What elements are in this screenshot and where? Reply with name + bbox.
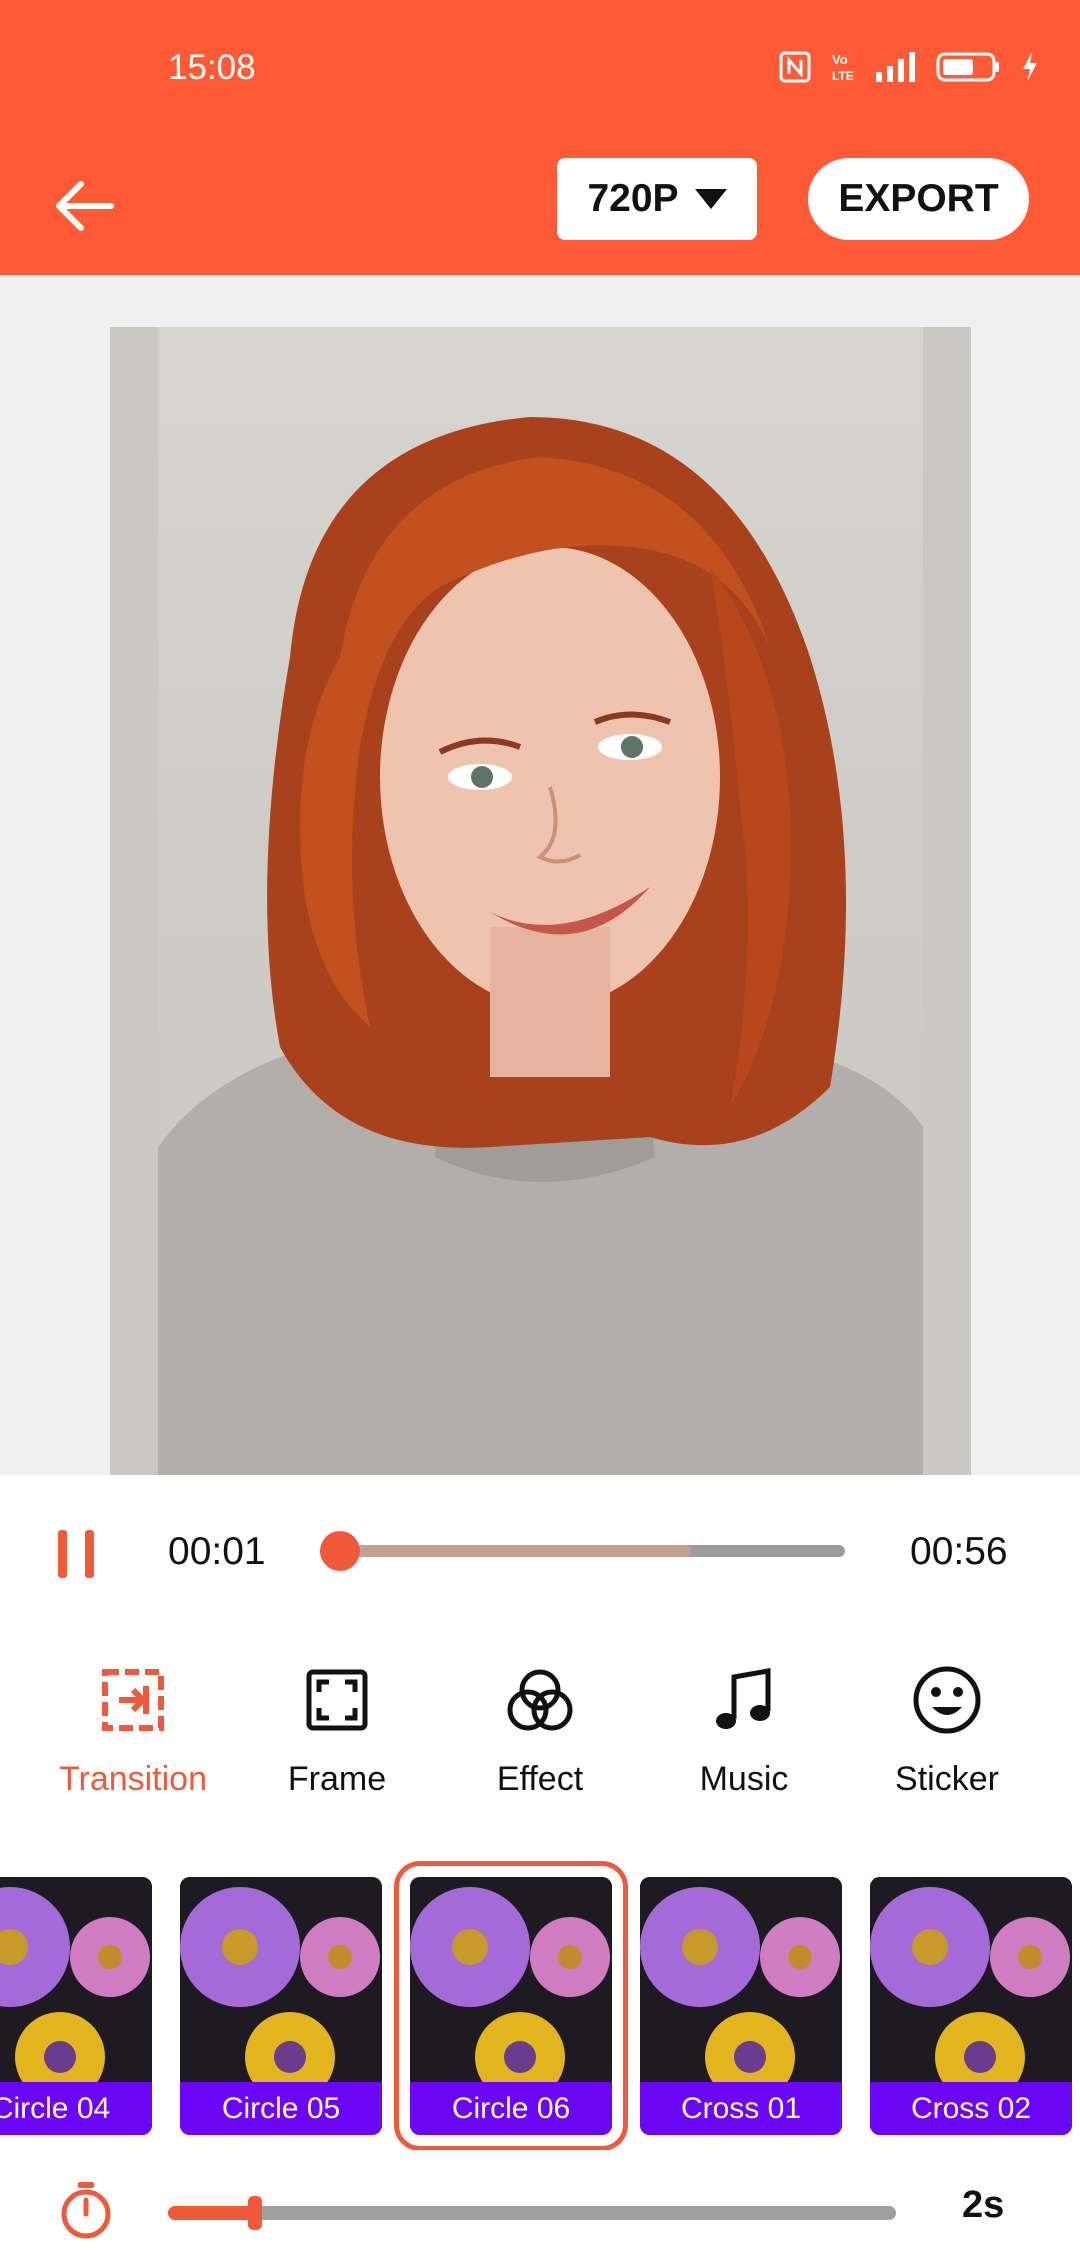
- transition-item[interactable]: Cross 02: [870, 1877, 1072, 2135]
- svg-text:Vo: Vo: [832, 52, 848, 67]
- volte-icon: Vo LTE: [832, 52, 854, 83]
- transition-list: Circle 04 Circle 05 Circle 06 Cross 01 C…: [0, 1860, 1080, 2150]
- caret-down-icon: [694, 189, 727, 209]
- tab-music[interactable]: Music: [644, 1660, 844, 1799]
- duration-slider-handle[interactable]: [248, 2196, 263, 2230]
- transition-item-selected[interactable]: Circle 06: [394, 1861, 628, 2150]
- status-icons: Vo LTE: [778, 50, 1040, 84]
- total-time: 00:56: [910, 1530, 1008, 1573]
- effect-icon: [507, 1669, 573, 1731]
- tab-effect[interactable]: Effect: [440, 1660, 640, 1799]
- transition-label: Cross 02: [870, 2082, 1072, 2135]
- nfc-icon: [779, 51, 811, 83]
- editor-tool-tabs: Transition Frame Effect Music Sticker: [0, 1660, 1080, 1830]
- transition-label: Circle 05: [180, 2082, 382, 2135]
- transition-item[interactable]: Circle 05: [180, 1877, 382, 2135]
- svg-text:LTE: LTE: [832, 69, 854, 83]
- seek-handle[interactable]: [320, 1531, 361, 1571]
- flower-thumbnail: [180, 1877, 382, 2082]
- battery-icon: [936, 52, 999, 82]
- video-preview[interactable]: [110, 327, 971, 1475]
- transition-item[interactable]: Cross 01: [640, 1877, 842, 2135]
- tab-transition-label: Transition: [58, 1760, 208, 1798]
- export-button[interactable]: EXPORT: [808, 158, 1029, 240]
- signal-icon: [876, 52, 915, 82]
- tab-transition[interactable]: Transition: [33, 1660, 233, 1799]
- status-time: 15:08: [168, 48, 256, 87]
- portrait-image: [110, 327, 971, 1475]
- video-preview-area: [0, 275, 1080, 1475]
- charging-icon: [1023, 52, 1037, 82]
- tab-frame[interactable]: Frame: [237, 1660, 437, 1799]
- transition-label: Circle 06: [410, 2082, 612, 2135]
- transition-item[interactable]: Circle 04: [0, 1877, 152, 2135]
- timer-icon: [61, 2182, 111, 2239]
- seek-bar[interactable]: [320, 1531, 845, 1571]
- pause-button[interactable]: [58, 1530, 94, 1578]
- arrow-left-icon: [56, 181, 114, 231]
- transition-label: Circle 04: [0, 2082, 152, 2135]
- tab-effect-label: Effect: [496, 1760, 584, 1798]
- tab-music-label: Music: [699, 1760, 789, 1798]
- smiley-icon: [913, 1666, 981, 1734]
- transition-label: Cross 01: [640, 2082, 842, 2135]
- resolution-label: 720P: [587, 177, 679, 220]
- tab-frame-label: Frame: [287, 1760, 387, 1798]
- frame-icon: [306, 1669, 368, 1731]
- duration-slider-fill: [168, 2206, 256, 2220]
- transition-icon: [102, 1669, 164, 1731]
- tab-sticker-label: Sticker: [895, 1760, 999, 1798]
- duration-slider[interactable]: [168, 2196, 896, 2230]
- flower-thumbnail: [640, 1877, 842, 2082]
- music-note-icon: [716, 1668, 771, 1729]
- pause-icon: [58, 1530, 67, 1578]
- transition-duration: 2s: [0, 2160, 1080, 2260]
- top-bar: 15:08 Vo LTE 720P EXPORT: [0, 0, 1080, 275]
- duration-value: 2s: [962, 2184, 1005, 2226]
- tab-sticker[interactable]: Sticker: [847, 1660, 1047, 1799]
- resolution-dropdown[interactable]: 720P: [557, 158, 757, 240]
- flower-thumbnail: [0, 1877, 152, 2082]
- flower-thumbnail: [410, 1877, 612, 2082]
- current-time: 00:01: [168, 1530, 266, 1573]
- playback-bar: 00:01 00:56: [0, 1475, 1080, 1630]
- back-button[interactable]: [48, 170, 120, 242]
- flower-thumbnail: [870, 1877, 1072, 2082]
- seek-buffered: [330, 1545, 691, 1557]
